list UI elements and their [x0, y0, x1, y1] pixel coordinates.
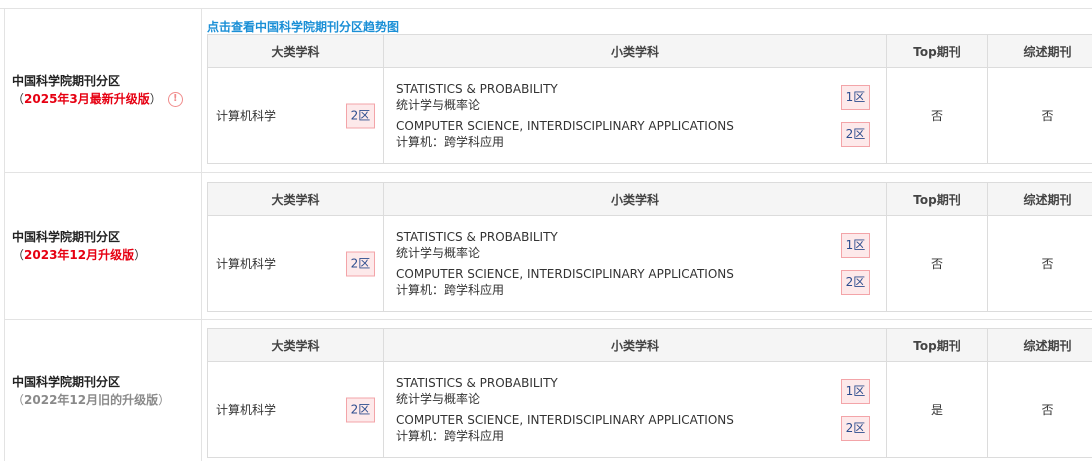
- sub-subject-en: COMPUTER SCIENCE, INTERDISCIPLINARY APPL…: [396, 267, 734, 281]
- paren-open: （: [12, 92, 25, 106]
- sub-zone-badge[interactable]: 1区: [841, 232, 870, 258]
- top-journal-value: 否: [886, 67, 988, 164]
- partition-table: 大类学科 小类学科 Top期刊 综述期刊 计算机科学 2区 STATISTICS…: [207, 34, 1092, 164]
- big-zone-badge[interactable]: 2区: [346, 103, 375, 128]
- partition-table: 大类学科 小类学科 Top期刊 综述期刊 计算机科学 2区 STATISTICS…: [207, 328, 1092, 458]
- big-subject-cell: 计算机科学 2区: [207, 361, 384, 458]
- table-row: 计算机科学 2区 STATISTICS & PROBABILITY 统计学与概率…: [207, 361, 1092, 458]
- row-version: （ 2023年12月升级版 ）: [12, 246, 201, 264]
- header-big-subject: 大类学科: [207, 328, 384, 362]
- review-journal-value: 否: [987, 361, 1092, 458]
- partition-row-2022: 中国科学院期刊分区 （ 2022年12月旧的升级版 ） 大类学科 小类学科 To…: [4, 320, 1092, 461]
- sub-subject-item: COMPUTER SCIENCE, INTERDISCIPLINARY APPL…: [396, 118, 870, 150]
- paren-close: ）: [149, 92, 162, 106]
- big-subject-cell: 计算机科学 2区: [207, 67, 384, 164]
- sub-subject-item: STATISTICS & PROBABILITY 统计学与概率论 1区: [396, 375, 870, 407]
- header-big-subject: 大类学科: [207, 182, 384, 216]
- header-top-journal: Top期刊: [886, 182, 988, 216]
- sub-subject-cn: 统计学与概率论: [396, 98, 481, 112]
- version-label: 2023年12月升级版: [24, 248, 135, 262]
- header-small-subject: 小类学科: [383, 328, 887, 362]
- header-small-subject: 小类学科: [383, 182, 887, 216]
- sub-subject-en: STATISTICS & PROBABILITY: [396, 230, 558, 244]
- header-review-journal: 综述期刊: [987, 328, 1092, 362]
- review-journal-value: 否: [987, 67, 1092, 164]
- small-subject-cell: STATISTICS & PROBABILITY 统计学与概率论 1区 COMP…: [383, 215, 887, 312]
- top-journal-value: 是: [886, 361, 988, 458]
- big-zone-badge[interactable]: 2区: [346, 251, 375, 276]
- partition-row-2025: 中国科学院期刊分区 （ 2025年3月最新升级版 ） ! 点击查看中国科学院期刊…: [4, 8, 1092, 173]
- table-row: 计算机科学 2区 STATISTICS & PROBABILITY 统计学与概率…: [207, 67, 1092, 164]
- paren-close: ）: [134, 248, 147, 262]
- big-subject-name: 计算机科学: [216, 403, 277, 417]
- sub-subject-item: COMPUTER SCIENCE, INTERDISCIPLINARY APPL…: [396, 266, 870, 298]
- sub-subject-cn: 计算机：跨学科应用: [396, 283, 505, 297]
- sub-subject-item: STATISTICS & PROBABILITY 统计学与概率论 1区: [396, 81, 870, 113]
- sub-zone-badge[interactable]: 2区: [841, 269, 870, 295]
- sub-subject-en: STATISTICS & PROBABILITY: [396, 376, 558, 390]
- row-label: 中国科学院期刊分区 （ 2023年12月升级版 ）: [5, 173, 202, 319]
- header-big-subject: 大类学科: [207, 34, 384, 68]
- small-subject-cell: STATISTICS & PROBABILITY 统计学与概率论 1区 COMP…: [383, 67, 887, 164]
- partition-table: 大类学科 小类学科 Top期刊 综述期刊 计算机科学 2区 STATISTICS…: [207, 182, 1092, 312]
- small-subject-cell: STATISTICS & PROBABILITY 统计学与概率论 1区 COMP…: [383, 361, 887, 458]
- sub-subject-cn: 统计学与概率论: [396, 392, 481, 406]
- header-small-subject: 小类学科: [383, 34, 887, 68]
- sub-subject-item: COMPUTER SCIENCE, INTERDISCIPLINARY APPL…: [396, 412, 870, 444]
- sub-subject-en: STATISTICS & PROBABILITY: [396, 82, 558, 96]
- row-title: 中国科学院期刊分区: [12, 74, 121, 88]
- sub-zone-badge[interactable]: 2区: [841, 415, 870, 441]
- header-top-journal: Top期刊: [886, 328, 988, 362]
- sub-zone-badge[interactable]: 1区: [841, 84, 870, 110]
- row-body: 大类学科 小类学科 Top期刊 综述期刊 计算机科学 2区 STATISTICS…: [202, 320, 1092, 461]
- header-review-journal: 综述期刊: [987, 34, 1092, 68]
- big-subject-name: 计算机科学: [216, 257, 277, 271]
- top-journal-value: 否: [886, 215, 988, 312]
- row-label: 中国科学院期刊分区 （ 2022年12月旧的升级版 ）: [5, 320, 202, 461]
- sub-subject-en: COMPUTER SCIENCE, INTERDISCIPLINARY APPL…: [396, 413, 734, 427]
- table-header-row: 大类学科 小类学科 Top期刊 综述期刊: [207, 328, 1092, 362]
- big-subject-name: 计算机科学: [216, 109, 277, 123]
- sub-subject-cn: 计算机：跨学科应用: [396, 429, 505, 443]
- row-title: 中国科学院期刊分区: [12, 374, 121, 389]
- sub-subject-cn: 计算机：跨学科应用: [396, 135, 505, 149]
- version-label: 2022年12月旧的升级版: [24, 392, 159, 407]
- trend-chart-link[interactable]: 点击查看中国科学院期刊分区趋势图: [207, 18, 399, 35]
- paren-open: （: [12, 392, 25, 407]
- row-title: 中国科学院期刊分区: [12, 230, 121, 244]
- row-version: （ 2022年12月旧的升级版 ）: [12, 391, 201, 409]
- review-journal-value: 否: [987, 215, 1092, 312]
- row-version: （ 2025年3月最新升级版 ） !: [12, 90, 201, 108]
- sub-zone-badge[interactable]: 1区: [841, 378, 870, 404]
- partition-row-2023: 中国科学院期刊分区 （ 2023年12月升级版 ） 大类学科 小类学科 Top期…: [4, 173, 1092, 320]
- sub-subject-cn: 统计学与概率论: [396, 246, 481, 260]
- paren-open: （: [12, 248, 25, 262]
- row-body: 大类学科 小类学科 Top期刊 综述期刊 计算机科学 2区 STATISTICS…: [202, 173, 1092, 319]
- sub-zone-badge[interactable]: 2区: [841, 121, 870, 147]
- sub-subject-item: STATISTICS & PROBABILITY 统计学与概率论 1区: [396, 229, 870, 261]
- sub-subject-en: COMPUTER SCIENCE, INTERDISCIPLINARY APPL…: [396, 119, 734, 133]
- cas-partition-panel: 中国科学院期刊分区 （ 2025年3月最新升级版 ） ! 点击查看中国科学院期刊…: [0, 0, 1092, 461]
- big-zone-badge[interactable]: 2区: [346, 397, 375, 422]
- row-body: 点击查看中国科学院期刊分区趋势图 大类学科 小类学科 Top期刊 综述期刊 计算…: [202, 8, 1092, 172]
- row-label: 中国科学院期刊分区 （ 2025年3月最新升级版 ） !: [5, 8, 202, 172]
- big-subject-cell: 计算机科学 2区: [207, 215, 384, 312]
- table-header-row: 大类学科 小类学科 Top期刊 综述期刊: [207, 182, 1092, 216]
- header-review-journal: 综述期刊: [987, 182, 1092, 216]
- info-circle-icon[interactable]: !: [167, 91, 183, 107]
- table-header-row: 大类学科 小类学科 Top期刊 综述期刊: [207, 34, 1092, 68]
- version-label: 2025年3月最新升级版: [24, 92, 150, 106]
- table-row: 计算机科学 2区 STATISTICS & PROBABILITY 统计学与概率…: [207, 215, 1092, 312]
- header-top-journal: Top期刊: [886, 34, 988, 68]
- paren-close: ）: [158, 392, 171, 407]
